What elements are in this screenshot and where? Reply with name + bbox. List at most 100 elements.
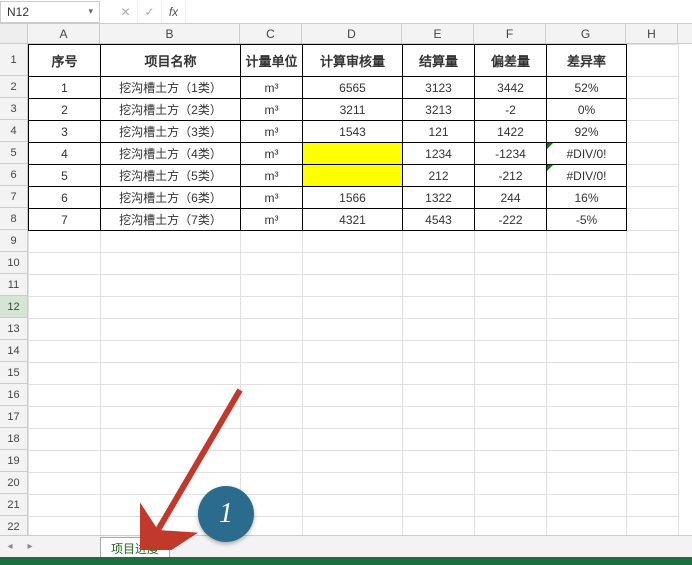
table-header-cell[interactable]: 差异率 xyxy=(547,45,627,77)
cell[interactable] xyxy=(475,297,547,319)
cell[interactable]: 1422 xyxy=(475,121,547,143)
col-header-A[interactable]: A xyxy=(28,24,100,43)
cell[interactable] xyxy=(101,473,241,495)
cell[interactable] xyxy=(303,231,403,253)
col-header-G[interactable]: G xyxy=(546,24,626,43)
cell[interactable] xyxy=(547,407,627,429)
cell[interactable] xyxy=(101,407,241,429)
cell[interactable] xyxy=(547,429,627,451)
cells-area[interactable]: 序号项目名称计量单位计算审核量结算量偏差量差异率1挖沟槽土方（1类）m³6565… xyxy=(28,44,692,542)
cell[interactable] xyxy=(241,275,303,297)
cell[interactable] xyxy=(241,341,303,363)
cell[interactable] xyxy=(241,495,303,517)
cell[interactable] xyxy=(403,363,475,385)
cell[interactable]: 7 xyxy=(29,209,101,231)
cell[interactable] xyxy=(303,451,403,473)
cell[interactable] xyxy=(627,407,679,429)
cell[interactable]: 121 xyxy=(403,121,475,143)
cell[interactable]: 挖沟槽土方（3类） xyxy=(101,121,241,143)
cancel-icon[interactable]: ✕ xyxy=(114,1,138,23)
cell[interactable] xyxy=(241,363,303,385)
cell[interactable] xyxy=(627,275,679,297)
cell[interactable] xyxy=(303,275,403,297)
cell[interactable] xyxy=(403,473,475,495)
cell[interactable] xyxy=(303,473,403,495)
row-header[interactable]: 11 xyxy=(0,274,27,296)
cell[interactable] xyxy=(101,231,241,253)
cell[interactable]: 6 xyxy=(29,187,101,209)
cell[interactable] xyxy=(627,209,679,231)
cell[interactable] xyxy=(241,429,303,451)
cell[interactable]: 1543 xyxy=(303,121,403,143)
row-header[interactable]: 5 xyxy=(0,142,27,164)
cell[interactable] xyxy=(627,143,679,165)
cell[interactable] xyxy=(101,385,241,407)
cell[interactable] xyxy=(303,319,403,341)
cell[interactable] xyxy=(547,319,627,341)
cell[interactable] xyxy=(403,231,475,253)
col-header-F[interactable]: F xyxy=(474,24,546,43)
cell[interactable] xyxy=(29,495,101,517)
cell[interactable] xyxy=(303,385,403,407)
cell[interactable]: 0% xyxy=(547,99,627,121)
cell[interactable] xyxy=(475,495,547,517)
cell[interactable] xyxy=(241,385,303,407)
cell[interactable]: m³ xyxy=(241,187,303,209)
cell[interactable]: #DIV/0! xyxy=(547,143,627,165)
row-header[interactable]: 7 xyxy=(0,186,27,208)
cell[interactable] xyxy=(29,253,101,275)
cell[interactable] xyxy=(547,495,627,517)
cell[interactable] xyxy=(303,495,403,517)
cell[interactable] xyxy=(627,231,679,253)
table-header-cell[interactable]: 计算审核量 xyxy=(303,45,403,77)
cell[interactable]: 挖沟槽土方（1类） xyxy=(101,77,241,99)
cell[interactable] xyxy=(101,341,241,363)
cell[interactable] xyxy=(627,253,679,275)
cell[interactable] xyxy=(403,319,475,341)
cell[interactable] xyxy=(627,429,679,451)
cell[interactable] xyxy=(403,385,475,407)
cell[interactable]: m³ xyxy=(241,209,303,231)
cell[interactable]: 3 xyxy=(29,121,101,143)
cell[interactable] xyxy=(101,451,241,473)
cell[interactable]: -2 xyxy=(475,99,547,121)
cell[interactable]: 1 xyxy=(29,77,101,99)
cell[interactable]: 52% xyxy=(547,77,627,99)
cell[interactable]: 挖沟槽土方（7类） xyxy=(101,209,241,231)
cell[interactable] xyxy=(627,77,679,99)
cell[interactable] xyxy=(475,253,547,275)
row-header[interactable]: 1 xyxy=(0,44,27,76)
cell[interactable] xyxy=(29,297,101,319)
cell[interactable]: m³ xyxy=(241,165,303,187)
table-header-cell[interactable]: 序号 xyxy=(29,45,101,77)
table-header-cell[interactable]: 项目名称 xyxy=(101,45,241,77)
cell[interactable] xyxy=(627,121,679,143)
cell[interactable] xyxy=(241,231,303,253)
row-header[interactable]: 19 xyxy=(0,450,27,472)
cell[interactable] xyxy=(303,165,403,187)
cell[interactable] xyxy=(29,319,101,341)
table-header-cell[interactable]: 计量单位 xyxy=(241,45,303,77)
cell[interactable] xyxy=(403,451,475,473)
cell[interactable] xyxy=(547,363,627,385)
cell[interactable]: -212 xyxy=(475,165,547,187)
cell[interactable]: 4 xyxy=(29,143,101,165)
sheet-tab-active[interactable]: 项目进度 xyxy=(100,537,170,559)
cell[interactable] xyxy=(627,45,679,77)
accept-icon[interactable]: ✓ xyxy=(138,1,162,23)
fx-icon[interactable]: fx xyxy=(162,1,186,23)
cell[interactable] xyxy=(101,363,241,385)
row-header[interactable]: 6 xyxy=(0,164,27,186)
cell[interactable] xyxy=(403,407,475,429)
tab-nav-next-icon[interactable]: ▸ xyxy=(20,541,40,552)
cell[interactable] xyxy=(627,385,679,407)
col-header-B[interactable]: B xyxy=(100,24,240,43)
cell[interactable]: m³ xyxy=(241,99,303,121)
cell[interactable] xyxy=(303,341,403,363)
cell[interactable] xyxy=(303,143,403,165)
cell[interactable]: m³ xyxy=(241,77,303,99)
cell[interactable]: 3442 xyxy=(475,77,547,99)
cell[interactable] xyxy=(241,253,303,275)
cell[interactable]: m³ xyxy=(241,143,303,165)
cell[interactable] xyxy=(101,495,241,517)
